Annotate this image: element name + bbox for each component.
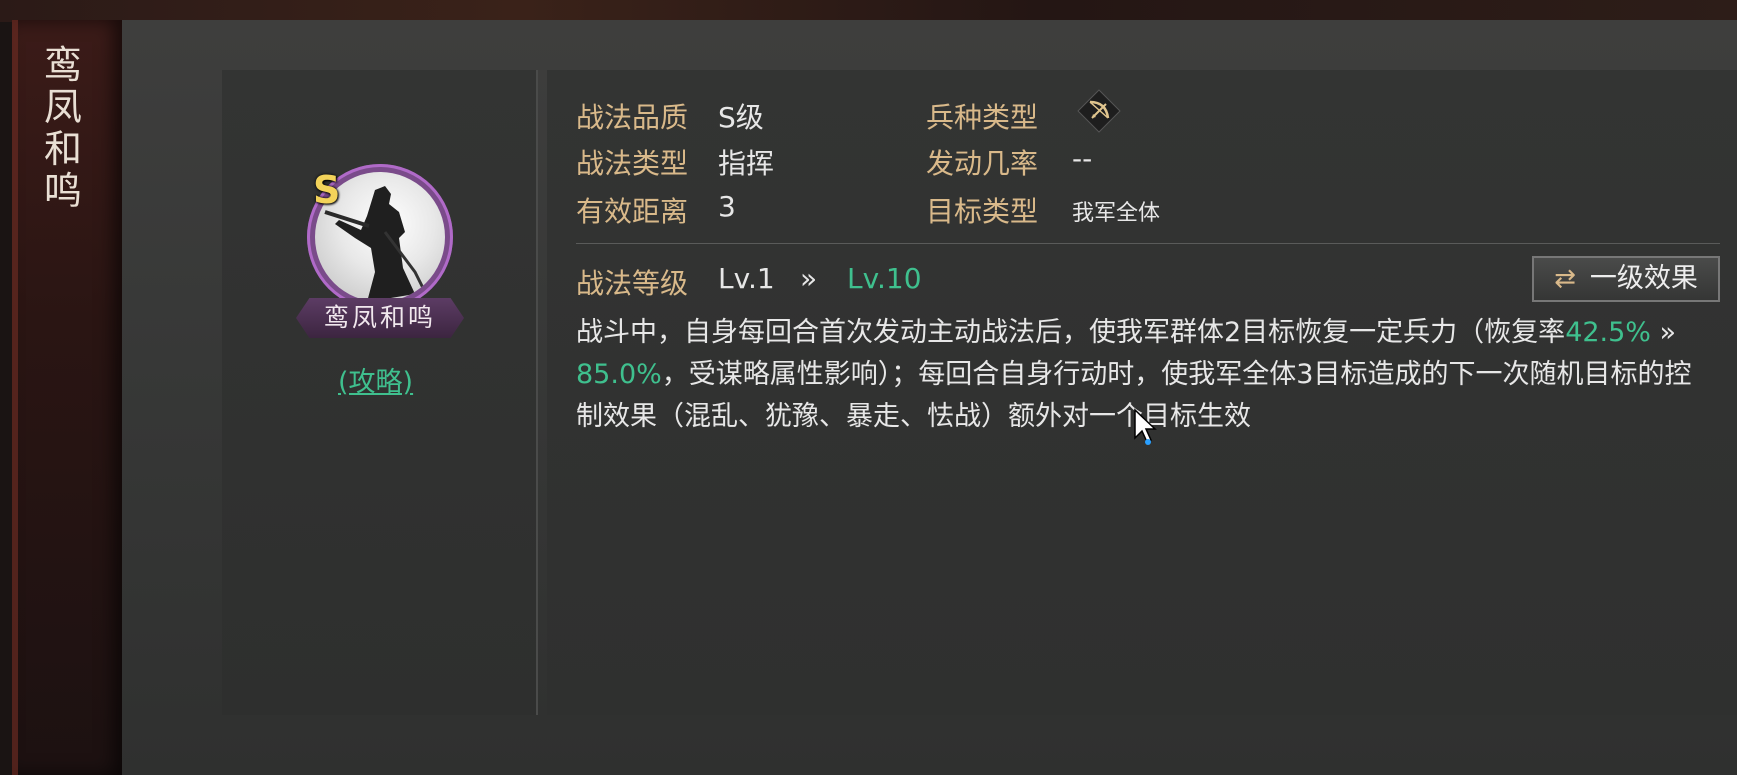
range-value: 3 (718, 190, 736, 223)
banner-char: 鸣 (43, 169, 82, 213)
trigger-rate-value: -- (1072, 142, 1093, 175)
quality-label: 战法品质 (576, 101, 689, 134)
level-arrow: » (800, 262, 818, 295)
banner-char: 凤 (43, 85, 82, 129)
level-to: Lv.10 (847, 262, 922, 295)
banner-char: 鸾 (43, 43, 82, 87)
bow-crossed-icon (1077, 89, 1121, 133)
guide-link[interactable]: (攻略) (338, 360, 413, 399)
troop-type-label: 兵种类型 (926, 101, 1039, 134)
banner-char: 和 (43, 127, 82, 171)
target-type-label: 目标类型 (926, 195, 1039, 228)
recovery-rate-from: 42.5% (1565, 317, 1651, 348)
desc-part1: 战斗中，自身每回合首次发动主动战法后，使我军群体2目标恢复一定兵力（恢复率 (576, 317, 1566, 348)
top-decor-strip (0, 0, 1737, 22)
level-effect-toggle-button[interactable]: ⇄ 一级效果 (1532, 256, 1720, 302)
section-divider (576, 243, 1720, 244)
skill-name-plate: 鸾凤和鸣 (296, 298, 464, 338)
skill-type-label: 战法类型 (576, 147, 689, 180)
skill-type-value: 指挥 (718, 147, 775, 180)
recovery-rate-to: 85.0% (576, 359, 662, 390)
skill-title-banner: 鸾 凤 和 鸣 (12, 20, 125, 775)
range-label: 有效距离 (576, 195, 689, 228)
level-from: Lv.1 (718, 262, 775, 295)
effect-button-label: 一级效果 (1589, 263, 1698, 294)
mouse-cursor-icon (1134, 408, 1157, 445)
banner-title: 鸾 凤 和 鸣 (38, 44, 88, 212)
grade-badge: S (313, 168, 341, 212)
swap-icon: ⇄ (1554, 264, 1576, 294)
trigger-rate-label: 发动几率 (926, 147, 1039, 180)
desc-arrow: » (1650, 317, 1677, 348)
target-type-value: 我军全体 (1072, 201, 1161, 226)
skill-level-label: 战法等级 (576, 267, 689, 300)
quality-value: S级 (718, 101, 764, 134)
